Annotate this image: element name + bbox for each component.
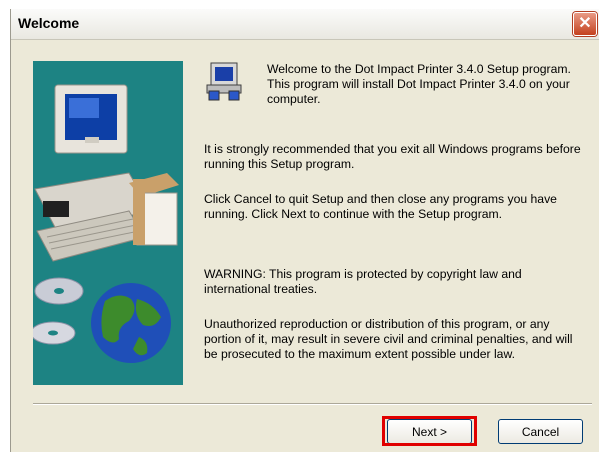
separator — [33, 403, 592, 405]
side-illustration-panel — [33, 61, 183, 385]
next-button-highlight — [382, 416, 477, 446]
intro-text: Welcome to the Dot Impact Printer 3.4.0 … — [267, 62, 571, 106]
setup-dialog: Welcome ✕ Welcome to the Dot Impact Prin… — [10, 9, 599, 452]
legal-text: Unauthorized reproduction or distributio… — [204, 317, 573, 361]
setup-computer-icon — [206, 62, 242, 101]
close-icon: ✕ — [578, 15, 592, 32]
instructions-text: Click Cancel to quit Setup and then clos… — [204, 192, 557, 221]
window-title: Welcome — [18, 15, 80, 31]
title-bar[interactable]: Welcome ✕ — [11, 9, 599, 40]
computer-cd-globe-illustration — [33, 84, 179, 363]
warning-text: WARNING: This program is protected by co… — [204, 267, 522, 296]
close-button[interactable]: ✕ — [573, 12, 597, 36]
recommend-text: It is strongly recommended that you exit… — [204, 142, 581, 171]
cancel-button[interactable]: Cancel — [498, 419, 583, 444]
